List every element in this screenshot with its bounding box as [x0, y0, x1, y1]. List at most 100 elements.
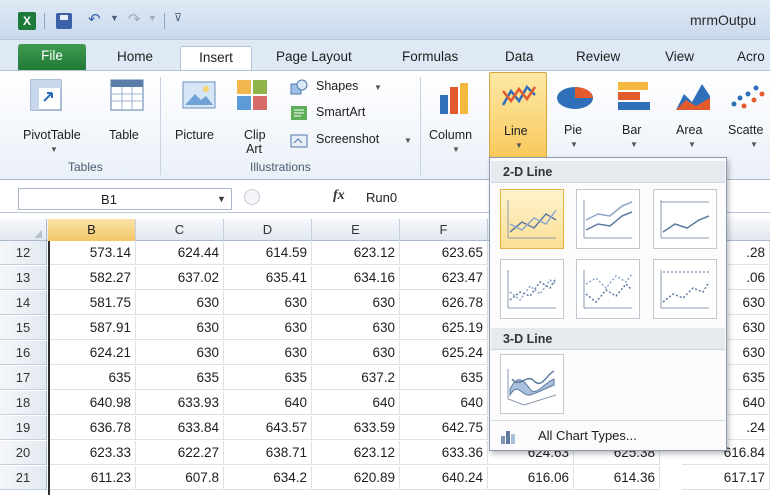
- table-cell[interactable]: 640.24: [400, 466, 488, 490]
- all-chart-types-link[interactable]: All Chart Types...: [538, 428, 637, 443]
- clip-art-button[interactable]: Clip Art: [236, 75, 272, 157]
- table-cell[interactable]: 642.75: [400, 416, 488, 440]
- table-cell[interactable]: 587.91: [48, 316, 136, 340]
- stacked-line-with-markers-option[interactable]: [576, 259, 640, 319]
- table-cell[interactable]: 633.84: [136, 416, 224, 440]
- row-header[interactable]: 13: [0, 266, 47, 290]
- table-cell[interactable]: 637.02: [136, 266, 224, 290]
- table-cell[interactable]: 630: [136, 291, 224, 315]
- line-with-markers-option[interactable]: [500, 259, 564, 319]
- table-cell[interactable]: 581.75: [48, 291, 136, 315]
- redo-icon[interactable]: ↷: [128, 10, 141, 28]
- name-box-dropdown-icon[interactable]: ▼: [217, 194, 226, 204]
- undo-icon[interactable]: ↶: [88, 10, 101, 28]
- table-cell[interactable]: 638.71: [224, 441, 312, 465]
- row-header[interactable]: 15: [0, 316, 47, 340]
- tab-review[interactable]: Review: [576, 46, 620, 70]
- table-cell[interactable]: 623.65: [400, 241, 488, 265]
- customize-qat-icon[interactable]: ⊽: [174, 11, 182, 24]
- tab-page-layout[interactable]: Page Layout: [276, 46, 352, 70]
- column-header-e[interactable]: E: [312, 219, 400, 241]
- table-cell[interactable]: 635.41: [224, 266, 312, 290]
- tab-insert[interactable]: Insert: [180, 46, 252, 70]
- table-button[interactable]: Table: [104, 75, 150, 157]
- pivottable-button[interactable]: PivotTable ▼: [18, 75, 81, 157]
- table-cell[interactable]: 617.17: [682, 466, 770, 490]
- table-cell[interactable]: 640: [312, 391, 400, 415]
- row-header[interactable]: 20: [0, 441, 47, 465]
- formula-input[interactable]: Run0: [366, 190, 397, 205]
- table-cell[interactable]: 635: [136, 366, 224, 390]
- table-cell[interactable]: 625.24: [400, 341, 488, 365]
- table-cell[interactable]: 635: [48, 366, 136, 390]
- insert-function-icon[interactable]: fx: [333, 188, 345, 204]
- tab-acrobat[interactable]: Acro: [737, 46, 765, 70]
- table-cell[interactable]: 637.2: [312, 366, 400, 390]
- excel-app-icon[interactable]: X: [18, 12, 36, 30]
- table-cell[interactable]: 630: [224, 316, 312, 340]
- table-cell[interactable]: 611.23: [48, 466, 136, 490]
- table-cell[interactable]: 630: [224, 341, 312, 365]
- pie-chart-button[interactable]: Pie ▼: [548, 74, 602, 156]
- table-cell[interactable]: 630: [224, 291, 312, 315]
- picture-button[interactable]: Picture: [172, 75, 228, 157]
- tab-home[interactable]: Home: [117, 46, 153, 70]
- 100-stacked-line-option[interactable]: [653, 189, 717, 249]
- table-cell[interactable]: 624.21: [48, 341, 136, 365]
- name-box[interactable]: B1 ▼: [18, 188, 232, 210]
- table-cell[interactable]: 633.59: [312, 416, 400, 440]
- table-cell[interactable]: 620.89: [312, 466, 400, 490]
- table-cell[interactable]: 630: [312, 316, 400, 340]
- table-cell[interactable]: 626.78: [400, 291, 488, 315]
- row-header[interactable]: 16: [0, 341, 47, 365]
- table-cell[interactable]: 624.44: [136, 241, 224, 265]
- column-header-b[interactable]: B: [48, 219, 136, 241]
- screenshot-button[interactable]: Screenshot ▼: [290, 130, 415, 150]
- tab-formulas[interactable]: Formulas: [402, 46, 458, 70]
- 100-stacked-line-with-markers-option[interactable]: [653, 259, 717, 319]
- table-cell[interactable]: 623.33: [48, 441, 136, 465]
- table-cell[interactable]: 640: [224, 391, 312, 415]
- table-cell[interactable]: 623.47: [400, 266, 488, 290]
- select-all-corner[interactable]: [0, 219, 47, 241]
- tab-view[interactable]: View: [665, 46, 694, 70]
- table-cell[interactable]: 640: [400, 391, 488, 415]
- row-header[interactable]: 18: [0, 391, 47, 415]
- redo-dropdown-icon[interactable]: ▼: [148, 13, 157, 23]
- table-cell[interactable]: 634.2: [224, 466, 312, 490]
- column-chart-button[interactable]: Column ▼: [426, 75, 486, 157]
- table-cell[interactable]: 622.27: [136, 441, 224, 465]
- table-cell[interactable]: 623.12: [312, 241, 400, 265]
- table-cell[interactable]: 607.8: [136, 466, 224, 490]
- table-cell[interactable]: 630: [136, 316, 224, 340]
- table-cell[interactable]: 640.98: [48, 391, 136, 415]
- table-cell[interactable]: 635: [224, 366, 312, 390]
- save-icon[interactable]: [56, 13, 72, 29]
- table-cell[interactable]: 623.12: [312, 441, 400, 465]
- table-cell[interactable]: 633.36: [400, 441, 488, 465]
- table-cell[interactable]: 630: [136, 341, 224, 365]
- table-cell[interactable]: 614.59: [224, 241, 312, 265]
- table-cell[interactable]: 633.93: [136, 391, 224, 415]
- 3d-line-option[interactable]: [500, 354, 564, 414]
- scatter-chart-button[interactable]: Scatte ▼: [724, 74, 770, 156]
- line-chart-button[interactable]: Line ▼: [489, 72, 547, 158]
- table-cell[interactable]: 614.36: [574, 466, 660, 490]
- row-header[interactable]: 19: [0, 416, 47, 440]
- table-cell[interactable]: 635: [400, 366, 488, 390]
- shapes-button[interactable]: Shapes ▼: [290, 77, 390, 97]
- table-cell[interactable]: 630: [312, 291, 400, 315]
- line-chart-option[interactable]: [500, 189, 564, 249]
- tab-data[interactable]: Data: [505, 46, 534, 70]
- table-cell[interactable]: 634.16: [312, 266, 400, 290]
- row-header[interactable]: 12: [0, 241, 47, 265]
- column-header-f[interactable]: F: [400, 219, 488, 241]
- row-header[interactable]: 21: [0, 466, 47, 490]
- table-cell[interactable]: 573.14: [48, 241, 136, 265]
- table-cell[interactable]: 616.06: [488, 466, 574, 490]
- table-cell[interactable]: 643.57: [224, 416, 312, 440]
- stacked-line-option[interactable]: [576, 189, 640, 249]
- row-header[interactable]: 14: [0, 291, 47, 315]
- smartart-button[interactable]: SmartArt: [290, 103, 390, 123]
- bar-chart-button[interactable]: Bar ▼: [606, 74, 662, 156]
